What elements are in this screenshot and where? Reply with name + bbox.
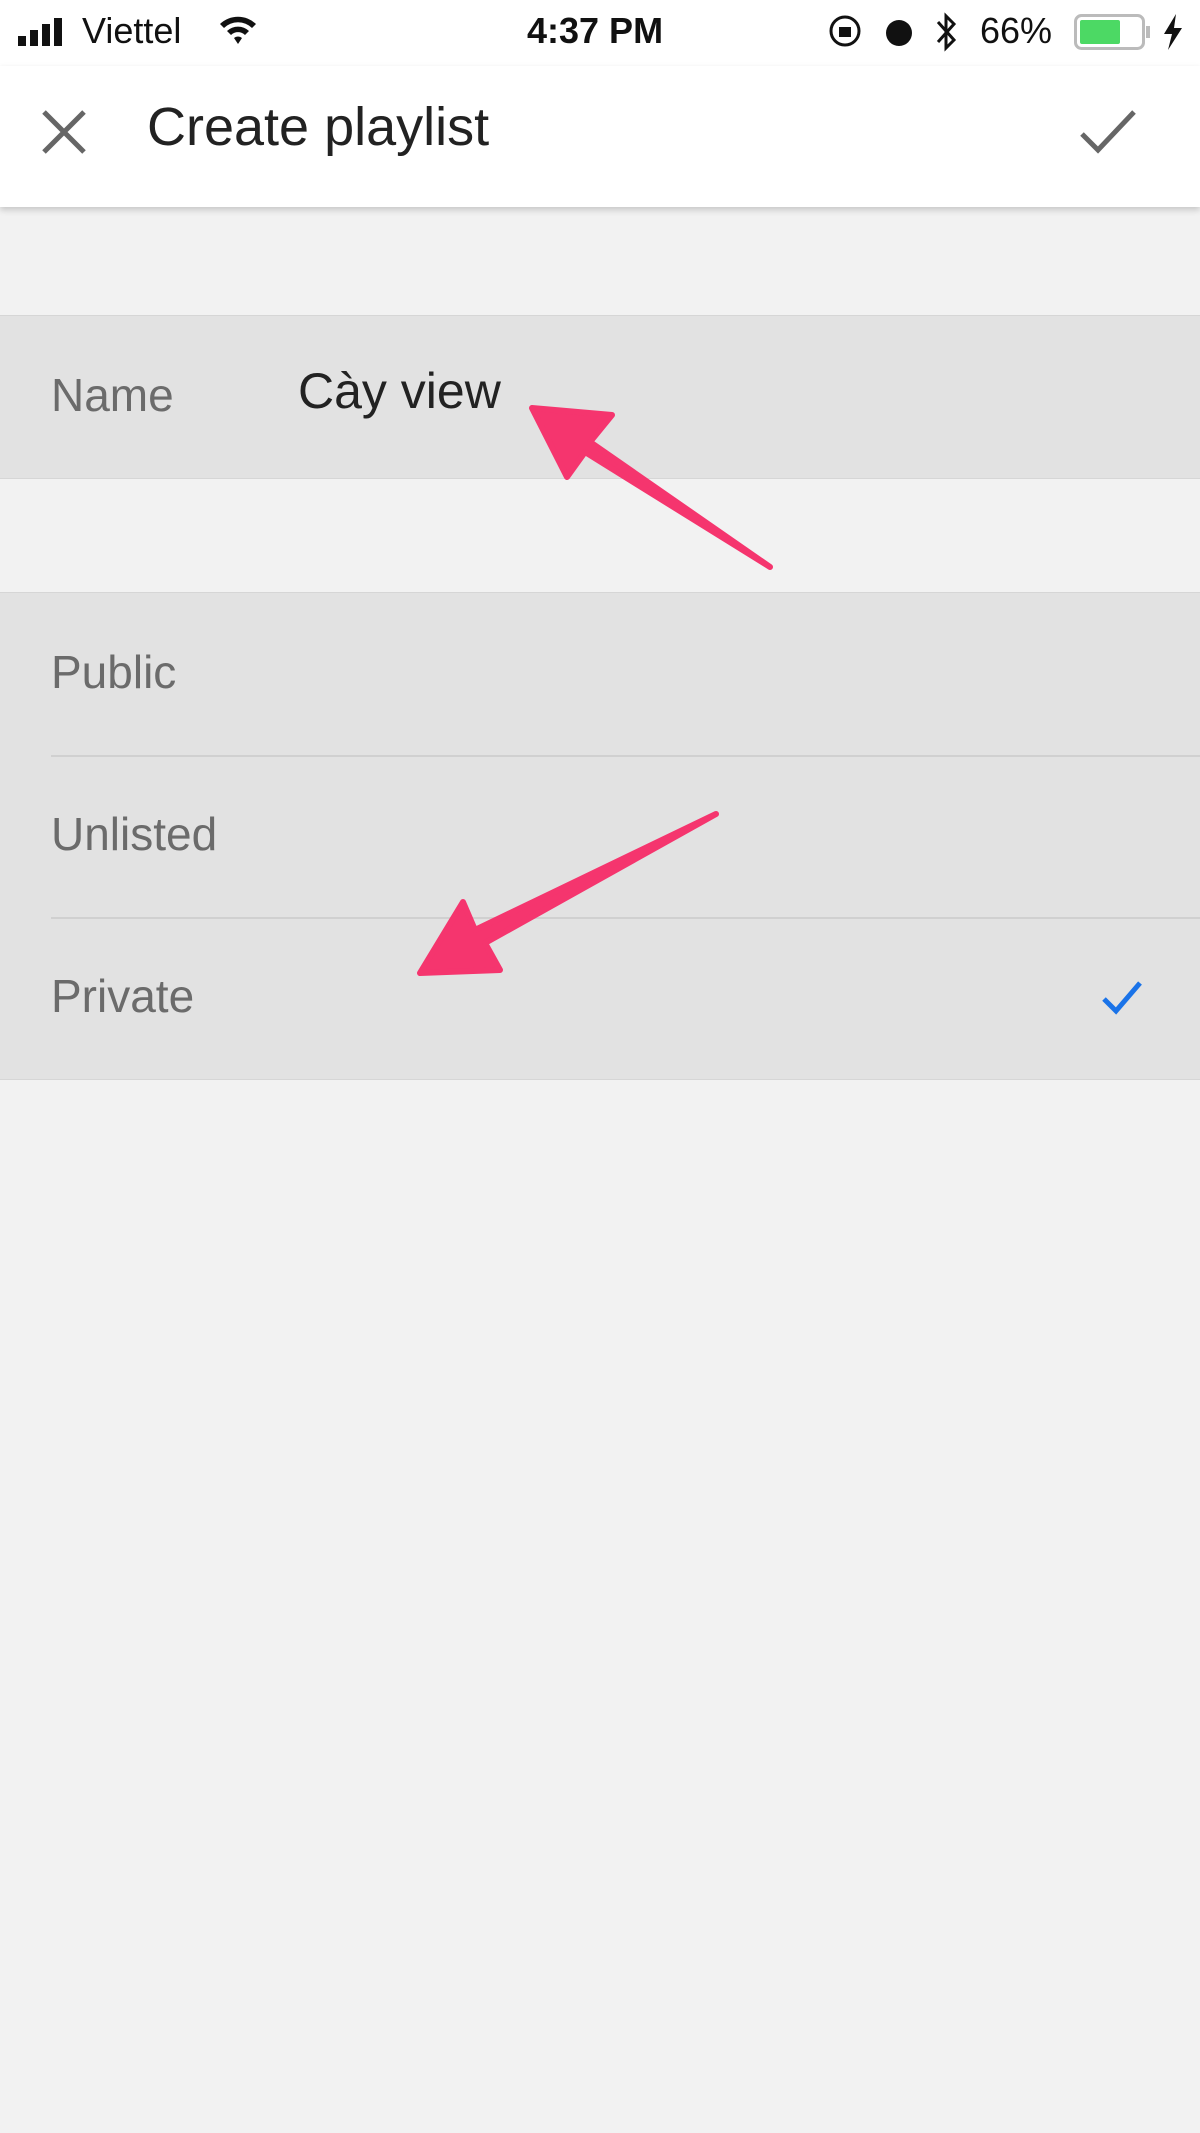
wifi-icon: [220, 16, 256, 44]
status-bar: Viettel 4:37 PM 66%: [0, 0, 1200, 66]
divider: [51, 917, 1200, 919]
name-input[interactable]: Cày view: [298, 362, 501, 420]
name-label: Name: [51, 369, 174, 421]
selected-check-icon: [1102, 981, 1142, 1015]
privacy-option-private[interactable]: Private: [0, 917, 1200, 1079]
bluetooth-icon: [936, 12, 957, 52]
privacy-options: Public Unlisted Private: [0, 592, 1200, 1080]
option-label: Public: [51, 646, 177, 698]
app-header: Create playlist: [0, 66, 1200, 207]
divider: [51, 755, 1200, 757]
privacy-option-unlisted[interactable]: Unlisted: [0, 755, 1200, 917]
alarm-icon: [886, 20, 912, 46]
check-icon[interactable]: [1078, 104, 1138, 160]
signal-icon: [18, 18, 62, 46]
orientation-lock-icon: [829, 15, 861, 47]
carrier: Viettel: [82, 10, 182, 51]
option-label: Unlisted: [51, 808, 218, 860]
time: 4:37 PM: [527, 10, 664, 51]
charging-icon: [1164, 14, 1182, 50]
page-title: Create playlist: [147, 97, 490, 157]
close-icon[interactable]: [36, 104, 92, 160]
battery-icon: [1074, 14, 1150, 50]
privacy-option-public[interactable]: Public: [0, 593, 1200, 755]
battery-percent: 66%: [980, 10, 1053, 51]
option-label: Private: [51, 970, 195, 1022]
name-field[interactable]: Name Cày view: [0, 315, 1200, 479]
